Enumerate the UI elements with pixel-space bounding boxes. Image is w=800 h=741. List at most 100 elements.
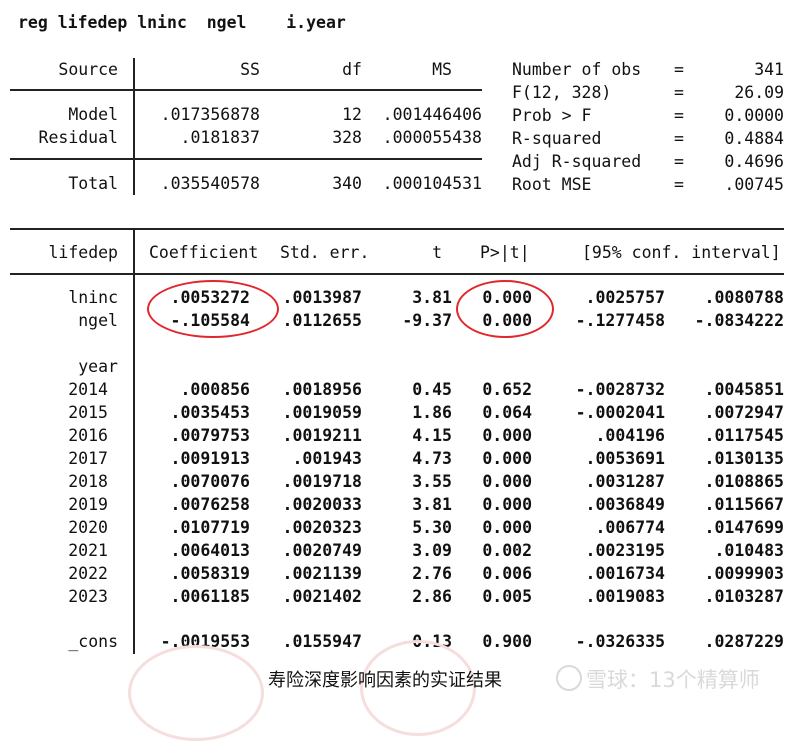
coef-varname: 2021 — [68, 541, 108, 560]
stat-value: 0.0000 — [724, 106, 784, 125]
coef-p: 0.002 — [482, 541, 532, 560]
coefficient-highlight-circle — [147, 280, 279, 338]
coef-varname: 2015 — [68, 403, 108, 422]
coef-top-rule-right — [133, 228, 784, 230]
stat-value: .00745 — [724, 175, 784, 194]
coef-ci-lower: .004196 — [595, 426, 665, 445]
coef-varname: lninc — [68, 288, 118, 307]
coef-p: 0.652 — [482, 380, 532, 399]
coef-header-dep: lifedep — [48, 243, 118, 262]
anova-ms: .001446406 — [382, 105, 482, 124]
coef-varname: ngel — [78, 311, 118, 330]
anova-header-source: Source — [58, 60, 118, 79]
stat-eq: = — [674, 175, 684, 194]
stat-label: R-squared — [512, 129, 602, 148]
coef-p: 0.005 — [482, 587, 532, 606]
stat-label: Root MSE — [512, 175, 592, 194]
coef-ci-lower: -.0002041 — [575, 403, 665, 422]
coef-t: 2.76 — [412, 564, 452, 583]
stat-label: Prob > F — [512, 106, 592, 125]
coef-varname: 2023 — [68, 587, 108, 606]
coef-ci-upper: .0103287 — [704, 587, 784, 606]
coef-header-rule-left — [10, 273, 134, 275]
anova-header-df: df — [342, 60, 362, 79]
coef-p: 0.000 — [482, 495, 532, 514]
coef-se: .0018956 — [282, 380, 362, 399]
stat-value: 341 — [754, 60, 784, 79]
coef-ci-lower: .0019083 — [585, 587, 665, 606]
coef-t: 3.81 — [412, 288, 452, 307]
anova-total-ms: .000104531 — [382, 174, 482, 193]
coef-top-rule-left — [10, 228, 134, 230]
coef-ci-lower: -.0028732 — [575, 380, 665, 399]
anova-df: 328 — [332, 128, 362, 147]
coef-varname: 2016 — [68, 426, 108, 445]
coef-value: .0091913 — [170, 449, 250, 468]
coef-se: .0155947 — [282, 632, 362, 651]
coef-header-coefficient: Coefficient — [149, 243, 259, 262]
stat-value: 0.4884 — [724, 129, 784, 148]
coef-ci-lower: .0036849 — [585, 495, 665, 514]
anova-rule-right — [133, 89, 482, 91]
coef-value: .0107719 — [170, 518, 250, 537]
coef-se: .0021402 — [282, 587, 362, 606]
anova-total-df: 340 — [332, 174, 362, 193]
coef-value: .0035453 — [170, 403, 250, 422]
stat-value: 26.09 — [734, 83, 784, 102]
coef-se: .0021139 — [282, 564, 362, 583]
anova-source: Residual — [38, 128, 118, 147]
coef-p: 0.000 — [482, 449, 532, 468]
coef-p: 0.000 — [482, 472, 532, 491]
coef-vertical-rule — [133, 228, 135, 654]
coef-se: .0019059 — [282, 403, 362, 422]
anova-header-ms: MS — [432, 60, 452, 79]
coef-p: 0.006 — [482, 564, 532, 583]
coef-ci-upper: -.0834222 — [694, 311, 784, 330]
anova-rule-left — [10, 89, 134, 91]
anova-source: Model — [68, 105, 118, 124]
anova-total-rule-right — [133, 158, 482, 160]
snowball-logo-icon — [556, 665, 582, 691]
coef-p: 0.064 — [482, 403, 532, 422]
coef-header-p: P>|t| — [480, 243, 530, 262]
coef-ci-upper: .0080788 — [704, 288, 784, 307]
coef-value: .0079753 — [170, 426, 250, 445]
coef-value: .0058319 — [170, 564, 250, 583]
coef-header-t: t — [432, 243, 442, 262]
coef-varname: 2022 — [68, 564, 108, 583]
pvalue-highlight-circle — [456, 280, 554, 338]
coef-ci-upper: .0108865 — [704, 472, 784, 491]
coef-p: 0.900 — [482, 632, 532, 651]
anova-vertical-rule — [133, 58, 135, 195]
stat-value: 0.4696 — [724, 152, 784, 171]
coef-p: 0.000 — [482, 518, 532, 537]
stat-eq: = — [674, 106, 684, 125]
coef-t: 5.30 — [412, 518, 452, 537]
stat-label: Number of obs — [512, 60, 642, 79]
coef-t: 4.73 — [412, 449, 452, 468]
coef-ci-upper: .0072947 — [704, 403, 784, 422]
anova-header-ss: SS — [240, 60, 260, 79]
coef-ci-lower: .006774 — [595, 518, 665, 537]
coef-ci-upper: .0115667 — [704, 495, 784, 514]
coef-varname: 2017 — [68, 449, 108, 468]
coef-varname: 2019 — [68, 495, 108, 514]
anova-total-source: Total — [68, 174, 118, 193]
stat-eq: = — [674, 60, 684, 79]
coef-value: .000856 — [180, 380, 250, 399]
figure-caption: 寿险深度影响因素的实证结果 — [268, 670, 502, 691]
coef-varname: _cons — [68, 632, 118, 651]
coef-ci-lower: .0031287 — [585, 472, 665, 491]
coef-t: 3.09 — [412, 541, 452, 560]
stata-command: reg lifedep lninc ngel i.year — [18, 13, 346, 32]
coef-t: 3.81 — [412, 495, 452, 514]
coef-se: .001943 — [292, 449, 362, 468]
coef-ci-upper: .0287229 — [704, 632, 784, 651]
coef-value: .0064013 — [170, 541, 250, 560]
coef-se: .0020323 — [282, 518, 362, 537]
coef-se: .0019718 — [282, 472, 362, 491]
coef-header-se: Std. err. — [280, 243, 370, 262]
coef-t: 4.15 — [412, 426, 452, 445]
anova-df: 12 — [342, 105, 362, 124]
background-stamp — [128, 645, 264, 741]
